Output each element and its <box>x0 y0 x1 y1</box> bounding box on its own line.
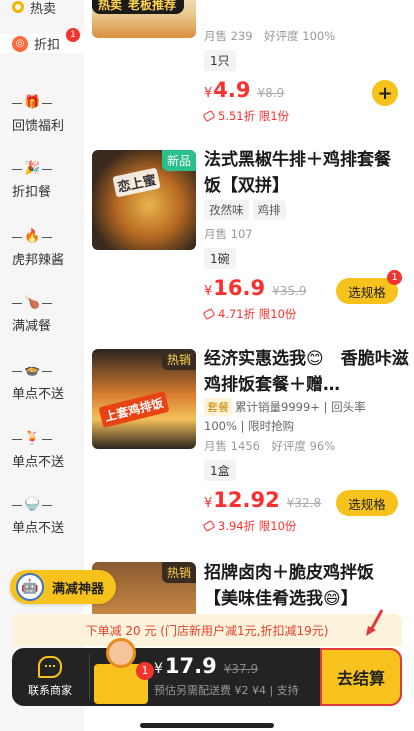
product-unit: 1碗 <box>204 248 236 269</box>
tag-icon <box>202 110 216 122</box>
drumstick-icon: 🍗 <box>24 295 41 310</box>
sidebar-item-full-reduction[interactable]: 🍗 满减餐 <box>0 294 84 334</box>
product-highlights-2: 100% | 限时抢购 <box>204 419 295 433</box>
rice-bowl-icon: 🍚 <box>24 497 41 512</box>
fire-icon: 🔥 <box>24 229 41 244</box>
discount-notice: 下单减 20 元 (门店新用户减1元,折扣减19元) <box>12 614 402 646</box>
hot-sale-badge: 热销 <box>161 562 196 583</box>
product-price: ¥16.9 ¥35.9 <box>204 276 307 300</box>
hot-sale-badge: 热销 <box>161 349 196 370</box>
tag-icon <box>202 308 216 320</box>
bowl-icon: 🍲 <box>24 363 41 378</box>
product-title[interactable]: 招牌卤肉＋脆皮鸡拌饭【美味佳肴选我😄】 <box>204 560 404 612</box>
spec-count-badge: 1 <box>387 270 402 285</box>
party-popper-icon: 🎉 <box>24 161 41 176</box>
hot-badge: 热卖 老板推荐 <box>92 0 185 14</box>
product-meta: 月售 1456 好评度 96% <box>204 439 336 453</box>
sidebar-item-single-2[interactable]: 🍹 单点不送 <box>0 430 84 470</box>
sidebar-item-single-1[interactable]: 🍲 单点不送 <box>0 362 84 402</box>
cart-total: ¥17.9 ¥37.9 <box>154 654 259 678</box>
product-image[interactable]: 上套鸡排饭 热销 <box>92 349 196 449</box>
menu-page: 热卖 ◎ 折扣 1 🎁 回馈福利 🎉 折扣餐 🔥 虎邦辣酱 🍗 满减餐 🍲 单点… <box>0 0 414 731</box>
gift-icon: 🎁 <box>24 95 41 110</box>
select-spec-button[interactable]: 选规格 <box>336 490 398 516</box>
cart-icon[interactable]: 1 <box>94 634 154 706</box>
product-unit: 1只 <box>204 50 236 71</box>
cart-count-badge: 1 <box>136 662 154 680</box>
sidebar-item-hot[interactable]: 热卖 <box>0 0 84 18</box>
select-spec-button[interactable]: 选规格 1 <box>336 270 402 304</box>
product-title[interactable]: 法式黑椒牛排＋鸡排套餐饭【双拼】 <box>204 147 404 199</box>
sidebar-item-discount-meal[interactable]: 🎉 折扣餐 <box>0 160 84 200</box>
product-title[interactable]: 经济实惠选我😊 香脆咔滋鸡排饭套餐＋赠… <box>204 346 410 398</box>
product-price: ¥4.9 ¥8.9 <box>204 78 285 102</box>
checkout-button[interactable]: 去结算 <box>320 648 402 706</box>
sidebar-item-chili-sauce[interactable]: 🔥 虎邦辣酱 <box>0 228 84 268</box>
discount-info: 4.71折 限10份 <box>202 306 296 322</box>
product-meta: 月售 239 好评度 100% <box>204 29 336 43</box>
sidebar-item-discount[interactable]: ◎ 折扣 1 <box>0 28 84 53</box>
sidebar-badge: 1 <box>66 28 80 42</box>
divider <box>89 654 90 700</box>
product-highlights: 套餐 累计销量9999+ | 回头率 <box>204 398 366 416</box>
promo-tool-button[interactable]: 🤖 满减神器 <box>10 570 117 604</box>
tag-icon <box>202 520 216 532</box>
product-tags: 孜然味 鸡排 <box>204 200 290 220</box>
delivery-fee-info: 预估另需配送费 ¥2 ¥4 | 支持 <box>154 684 299 697</box>
sidebar-item-welfare[interactable]: 🎁 回馈福利 <box>0 94 84 134</box>
drink-icon: 🍹 <box>24 431 41 446</box>
chat-icon <box>38 656 62 678</box>
arrow-annotation-icon <box>366 609 384 636</box>
robot-icon: 🤖 <box>16 573 44 601</box>
discount-icon: ◎ <box>12 35 28 52</box>
contact-merchant-button[interactable]: 联系商家 <box>12 648 88 706</box>
product-unit: 1盒 <box>204 460 236 481</box>
product-price: ¥12.92 ¥32.8 <box>204 488 322 512</box>
mascot-icon <box>106 638 136 668</box>
add-to-cart-button[interactable]: + <box>372 80 398 106</box>
discount-info: 3.94折 限10份 <box>202 518 296 534</box>
circle-icon <box>12 1 24 13</box>
product-meta: 月售 107 <box>204 227 253 241</box>
home-indicator[interactable] <box>140 723 274 728</box>
discount-info: 5.51折 限1份 <box>202 108 289 124</box>
new-badge: 新品 <box>161 150 196 171</box>
product-image[interactable]: 恋上蜜 新品 <box>92 150 196 250</box>
sidebar-item-single-3[interactable]: 🍚 单点不送 <box>0 496 84 536</box>
